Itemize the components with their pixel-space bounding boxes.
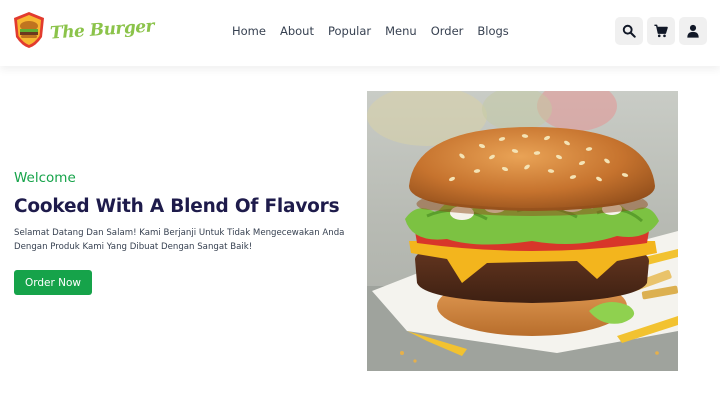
account-button[interactable] [679,17,707,45]
burger-photo [367,91,678,371]
nav-link-popular[interactable]: Popular [328,24,371,38]
hero-welcome: Welcome [14,170,76,186]
navbar: The Burger Home About Popular Menu Order… [0,0,720,66]
hero-description: Selamat Datang Dan Salam! Kami Berjanji … [14,226,359,254]
hero-description-line-2: Dengan Produk Kami Yang Dibuat Dengan Sa… [14,242,253,252]
hero-content: Welcome Cooked With A Blend Of Flavors S… [14,170,359,254]
nav-link-about[interactable]: About [280,24,314,38]
nav-link-home[interactable]: Home [232,24,266,38]
user-icon [687,24,699,38]
order-now-button[interactable]: Order Now [14,270,92,295]
hero-title: Cooked With A Blend Of Flavors [14,196,340,217]
search-icon [622,24,636,38]
hero-description-line-1: Selamat Datang Dan Salam! Kami Berjanji … [14,228,345,238]
burger-logo-icon [14,12,44,48]
search-button[interactable] [615,17,643,45]
cart-icon [654,24,668,38]
cart-button[interactable] [647,17,675,45]
brand-name: The Burger [49,16,155,44]
main-nav: Home About Popular Menu Order Blogs [232,24,523,38]
hero-burger-image [367,91,678,371]
nav-icon-group [615,17,707,45]
brand-logo[interactable]: The Burger [12,10,155,50]
nav-link-menu[interactable]: Menu [385,24,417,38]
nav-link-order[interactable]: Order [431,24,464,38]
nav-link-blogs[interactable]: Blogs [477,24,508,38]
